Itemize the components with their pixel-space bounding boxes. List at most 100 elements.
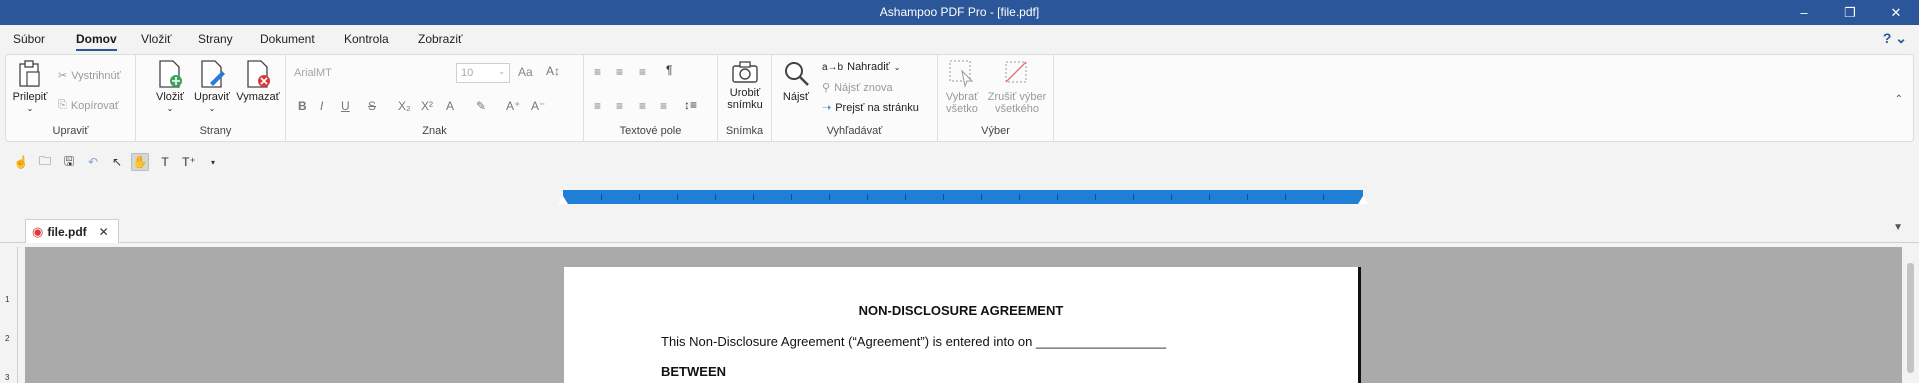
replace-button[interactable]: a→b Nahradiť ⌄ (822, 61, 900, 73)
subscript-icon[interactable]: X₂ (398, 99, 411, 113)
strikethrough-icon[interactable]: S (368, 99, 376, 113)
group-strany: Vložiť ⌄ Upraviť ⌄ Vymazať Strany (146, 55, 286, 141)
align-right-icon[interactable]: ≡ (639, 99, 646, 113)
insert-page-button[interactable]: Vložiť ⌄ (151, 59, 189, 115)
cut-button[interactable]: ✂ Vystrihnúť (58, 69, 121, 83)
goto-page-button[interactable]: ➝ Prejsť na stránku (822, 101, 919, 115)
restore-button[interactable]: ❐ (1827, 0, 1873, 25)
right-margin-marker[interactable] (1358, 196, 1368, 204)
undo-icon[interactable]: ↶ (84, 153, 102, 171)
document-tab-name: file.pdf (47, 224, 87, 239)
shrink-font-icon[interactable]: A⁻ (531, 99, 545, 113)
tabs-dropdown-icon[interactable]: ▼ (1893, 222, 1903, 233)
deselect-all-button[interactable]: Zrušiť výber všetkého (984, 59, 1050, 115)
find-button[interactable]: Nájsť (780, 59, 812, 103)
page-edit-icon (201, 60, 225, 88)
font-color-icon[interactable]: A (446, 99, 454, 113)
pdf-page[interactable]: NON-DISCLOSURE AGREEMENT This Non-Disclo… (564, 267, 1361, 383)
tab-zobrazit[interactable]: Zobraziť (418, 32, 463, 46)
italic-icon[interactable]: I (320, 99, 323, 113)
ruler-tick (981, 194, 982, 200)
line-spacing-icon[interactable]: ↕≡ (684, 98, 697, 112)
select-all-button[interactable]: Vybrať všetko (942, 59, 982, 115)
font-name-field[interactable]: ArialMT (294, 67, 332, 79)
copy-button[interactable]: ⎘ Kopírovať (58, 99, 119, 112)
find-again-button[interactable]: ⚲ Nájsť znova (822, 81, 893, 95)
edit-page-button[interactable]: Upraviť ⌄ (191, 59, 233, 115)
ruler-tick (829, 194, 830, 200)
select-arrow-icon[interactable]: ↖ (108, 153, 126, 171)
delete-page-button[interactable]: Vymazať (235, 59, 281, 103)
page-insert-icon (159, 60, 182, 88)
ruler-tick (677, 194, 678, 200)
minimize-button[interactable]: – (1781, 0, 1827, 25)
text-direction-icon[interactable]: A↕ (546, 64, 560, 78)
ruler-tick (753, 194, 754, 200)
tab-strip-line (0, 242, 1919, 243)
tab-kontrola[interactable]: Kontrola (344, 32, 389, 46)
justify-icon[interactable]: ≡ (660, 99, 667, 113)
screenshot-button[interactable]: Urobiť snímku (724, 59, 766, 111)
open-folder-icon[interactable]: 🗀 (36, 153, 54, 171)
change-case-icon[interactable]: Aa (518, 65, 533, 79)
align-middle-icon[interactable]: ≡ (616, 65, 623, 79)
ruler-tick (601, 194, 602, 200)
camera-icon (732, 61, 758, 83)
tab-subor[interactable]: Súbor (13, 32, 45, 46)
align-top-icon[interactable]: ≡ (594, 65, 601, 79)
add-text-icon[interactable]: T⁺ (180, 153, 198, 171)
hand-tool-icon[interactable]: ✋ (131, 153, 149, 171)
pointer-hand-icon[interactable]: ☝ (12, 153, 30, 171)
document-heading: NON-DISCLOSURE AGREEMENT (858, 303, 1064, 318)
tab-domov[interactable]: Domov (76, 32, 117, 51)
underline-icon[interactable]: U (341, 99, 350, 113)
scrollbar-thumb[interactable] (1907, 263, 1914, 373)
font-size-field[interactable]: 10 ⌄ (456, 63, 510, 83)
left-margin-marker[interactable] (558, 196, 568, 204)
chevron-down-icon: ⌄ (893, 62, 901, 72)
window-title: Ashampoo PDF Pro - [file.pdf] (879, 5, 1040, 19)
ruler-tick (791, 194, 792, 200)
grow-font-icon[interactable]: A⁺ (506, 99, 520, 113)
copy-icon: ⎘ (58, 99, 67, 111)
align-center-icon[interactable]: ≡ (616, 99, 623, 113)
ruler-tick (1171, 194, 1172, 200)
align-bottom-icon[interactable]: ≡ (639, 65, 646, 79)
ruler-tick (1095, 194, 1096, 200)
horizontal-ruler[interactable] (563, 190, 1363, 204)
ruler-number: 1 (5, 295, 10, 304)
collapse-ribbon-icon[interactable]: ⌃ (1895, 94, 1903, 105)
highlight-icon[interactable]: ✎ (476, 99, 486, 113)
tab-dokument[interactable]: Dokument (260, 32, 315, 46)
save-icon[interactable]: 🖫 (60, 153, 78, 171)
scissors-icon: ✂ (58, 70, 68, 82)
pilcrow-icon[interactable]: ¶ (666, 63, 672, 77)
ruler-number: 2 (5, 334, 10, 343)
replace-icon: a→b (822, 61, 844, 73)
close-window-button[interactable]: ✕ (1873, 0, 1919, 25)
bold-icon[interactable]: B (298, 99, 307, 113)
text-tool-icon[interactable]: T (156, 153, 174, 171)
align-left-icon[interactable]: ≡ (594, 99, 601, 113)
search-icon: ⚲ (822, 82, 831, 94)
ruler-number: 3 (5, 373, 10, 382)
ruler-tick (1209, 194, 1210, 200)
group-vyber: Vybrať všetko Zrušiť výber všetkého Výbe… (938, 55, 1054, 141)
vertical-scrollbar[interactable] (1902, 247, 1919, 383)
tab-vlozit[interactable]: Vložiť (141, 32, 172, 46)
ruler-tick (639, 194, 640, 200)
document-tab[interactable]: ◉ file.pdf ✕ (25, 219, 119, 243)
vertical-ruler: 1 2 3 (0, 247, 18, 383)
ruler-tick (1057, 194, 1058, 200)
help-icon[interactable]: ? ⌄ (1883, 30, 1907, 47)
paste-button[interactable]: Prilepiť ⌄ (12, 59, 48, 115)
ruler-tick (1247, 194, 1248, 200)
customize-toolbar-icon[interactable]: ▾ (204, 153, 222, 171)
group-label-strany: Strany (199, 125, 232, 137)
tab-strany[interactable]: Strany (198, 32, 233, 46)
group-label-upravit: Upraviť (52, 125, 89, 137)
close-tab-icon[interactable]: ✕ (99, 225, 109, 239)
select-all-icon (949, 60, 974, 88)
group-snimka: Urobiť snímku Snímka (718, 55, 772, 141)
superscript-icon[interactable]: X² (421, 99, 433, 113)
